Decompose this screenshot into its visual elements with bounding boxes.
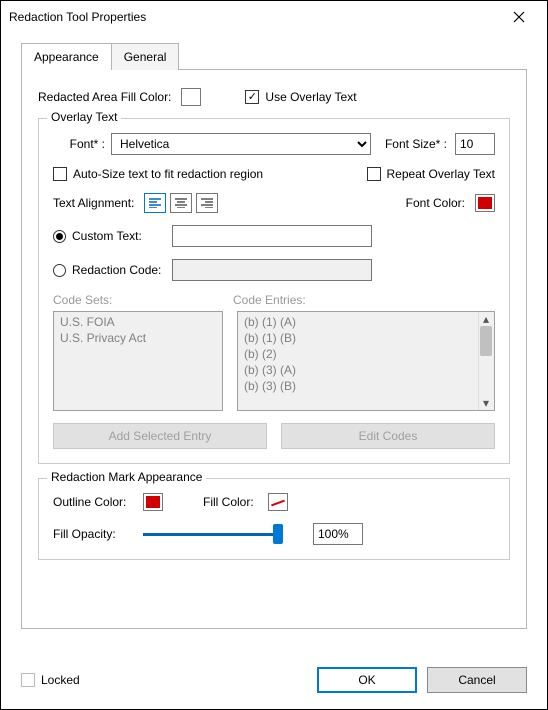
- scroll-thumb[interactable]: [480, 326, 492, 356]
- mark-legend: Redaction Mark Appearance: [47, 470, 206, 484]
- close-button[interactable]: [499, 3, 539, 31]
- repeat-checkbox[interactable]: [367, 167, 381, 181]
- use-overlay-checkbox[interactable]: [245, 90, 259, 104]
- cancel-button[interactable]: Cancel: [427, 667, 527, 693]
- ok-button[interactable]: OK: [317, 667, 417, 693]
- custom-text-input[interactable]: [172, 225, 372, 247]
- redaction-code-input: [172, 259, 372, 281]
- slider-thumb[interactable]: [273, 524, 283, 544]
- redaction-code-radio[interactable]: [53, 264, 66, 277]
- tab-appearance[interactable]: Appearance: [21, 43, 112, 70]
- fill-color-value: [184, 91, 198, 103]
- code-sets-listbox[interactable]: U.S. FOIA U.S. Privacy Act: [53, 311, 223, 411]
- font-color-value: [478, 197, 492, 209]
- no-fill-icon: [271, 496, 285, 508]
- align-right-button[interactable]: [196, 193, 218, 213]
- outline-color-value: [146, 496, 160, 508]
- list-item[interactable]: U.S. FOIA: [60, 314, 216, 330]
- mark-fill-color-swatch[interactable]: [268, 493, 288, 511]
- tab-general[interactable]: General: [112, 43, 180, 70]
- code-entries-listbox[interactable]: (b) (1) (A) (b) (1) (B) (b) (2) (b) (3) …: [237, 311, 495, 411]
- scrollbar[interactable]: ▴ ▾: [478, 312, 494, 410]
- use-overlay-label: Use Overlay Text: [265, 90, 356, 104]
- opacity-input[interactable]: [313, 523, 363, 545]
- list-item[interactable]: (b) (1) (B): [244, 330, 476, 346]
- font-color-label: Font Color:: [406, 196, 465, 210]
- tab-panel-appearance: Redacted Area Fill Color: Use Overlay Te…: [21, 69, 527, 629]
- custom-text-label: Custom Text:: [72, 229, 172, 243]
- outline-color-label: Outline Color:: [53, 495, 143, 509]
- dialog-footer: Locked OK Cancel: [21, 667, 527, 693]
- font-size-label: Font Size* :: [385, 137, 447, 151]
- fill-color-label-mark: Fill Color:: [203, 495, 268, 509]
- font-color-swatch[interactable]: [475, 194, 495, 212]
- font-size-input[interactable]: [455, 133, 495, 155]
- align-center-button[interactable]: [170, 193, 192, 213]
- align-right-icon: [201, 198, 213, 208]
- dialog: Redaction Tool Properties Appearance Gen…: [0, 0, 548, 710]
- close-icon: [513, 11, 525, 23]
- scroll-up-icon[interactable]: ▴: [478, 312, 494, 326]
- list-item[interactable]: (b) (3) (A): [244, 362, 476, 378]
- scroll-down-icon[interactable]: ▾: [478, 396, 494, 410]
- list-item[interactable]: U.S. Privacy Act: [60, 330, 216, 346]
- custom-text-radio[interactable]: [53, 230, 66, 243]
- titlebar: Redaction Tool Properties: [1, 1, 547, 33]
- locked-checkbox[interactable]: [21, 673, 35, 687]
- autosize-checkbox[interactable]: [53, 167, 67, 181]
- code-sets-label: Code Sets:: [53, 293, 233, 307]
- align-center-icon: [175, 198, 187, 208]
- opacity-label: Fill Opacity:: [53, 527, 143, 541]
- autosize-label: Auto-Size text to fit redaction region: [73, 167, 263, 181]
- overlay-legend: Overlay Text: [47, 110, 121, 124]
- content-area: Appearance General Redacted Area Fill Co…: [1, 33, 547, 649]
- list-item[interactable]: (b) (2): [244, 346, 476, 362]
- redaction-code-label: Redaction Code:: [72, 263, 172, 277]
- code-entries-label: Code Entries:: [233, 293, 306, 307]
- locked-label: Locked: [41, 673, 80, 687]
- list-item[interactable]: (b) (1) (A): [244, 314, 476, 330]
- mark-appearance-group: Redaction Mark Appearance Outline Color:…: [38, 478, 510, 560]
- font-label: Font* :: [53, 137, 105, 151]
- fill-color-label: Redacted Area Fill Color:: [38, 90, 171, 104]
- opacity-slider[interactable]: [143, 524, 283, 544]
- tab-strip: Appearance General: [21, 43, 527, 70]
- fill-color-swatch[interactable]: [181, 88, 201, 106]
- fill-color-row: Redacted Area Fill Color: Use Overlay Te…: [38, 88, 510, 106]
- align-left-icon: [149, 198, 161, 208]
- dialog-title: Redaction Tool Properties: [9, 10, 499, 24]
- align-left-button[interactable]: [144, 193, 166, 213]
- add-selected-entry-button[interactable]: Add Selected Entry: [53, 423, 267, 449]
- overlay-text-group: Overlay Text Font* : Helvetica Font Size…: [38, 118, 510, 464]
- repeat-label: Repeat Overlay Text: [387, 167, 496, 181]
- list-item[interactable]: (b) (3) (B): [244, 378, 476, 394]
- edit-codes-button[interactable]: Edit Codes: [281, 423, 495, 449]
- font-select[interactable]: Helvetica: [111, 133, 371, 155]
- outline-color-swatch[interactable]: [143, 493, 163, 511]
- align-label: Text Alignment:: [53, 196, 134, 210]
